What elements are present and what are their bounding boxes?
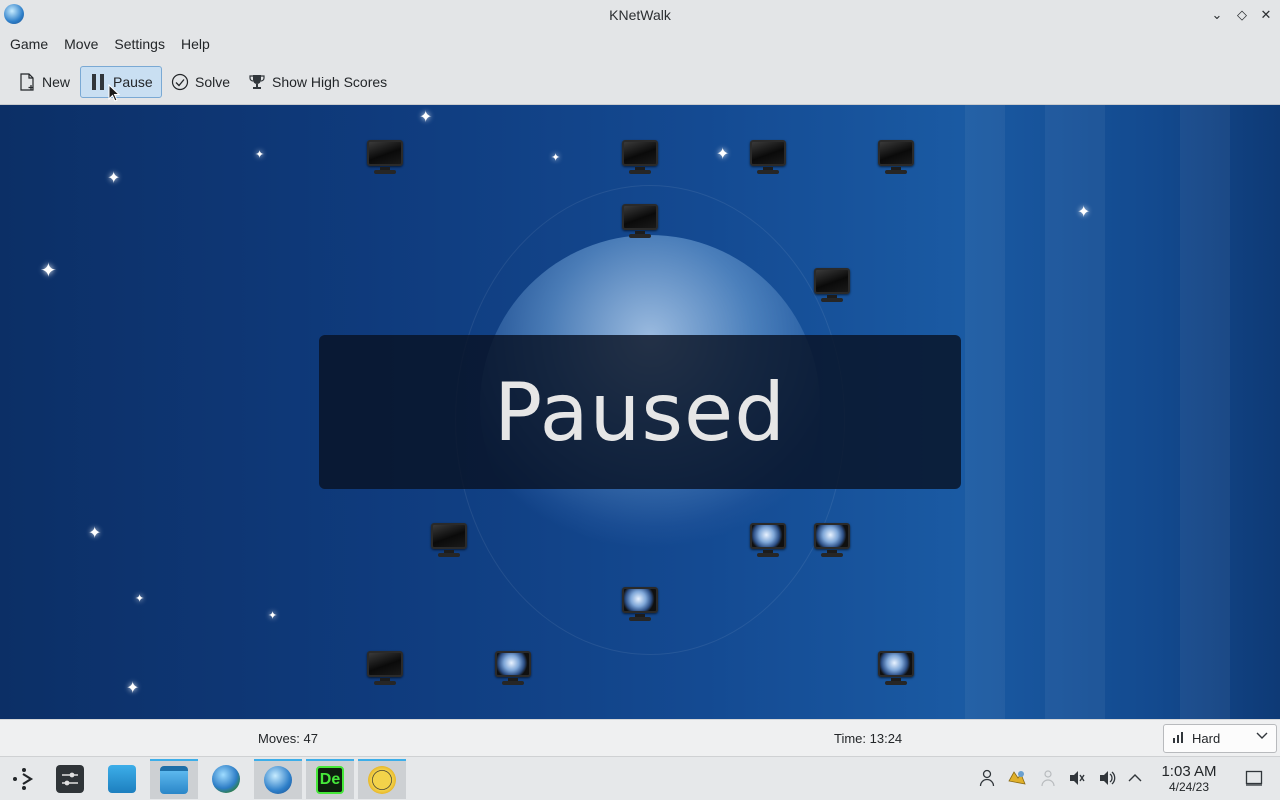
checkmark-circle-icon — [171, 73, 189, 91]
terminal-node[interactable] — [813, 266, 851, 304]
show-high-scores-label: Show High Scores — [272, 74, 388, 90]
game-board[interactable]: ✦ ✦ ✦ ✦ ✦ ✦ ✦ ✦ ✦ ✦ ✦ Paused — [0, 105, 1280, 719]
pause-icon — [89, 73, 107, 91]
background-stripe — [965, 105, 1005, 719]
moves-counter: Moves: 47 — [258, 731, 318, 746]
star-decoration: ✦ — [135, 593, 145, 605]
web-browser-icon[interactable] — [202, 759, 250, 799]
connected-terminal-node[interactable] — [494, 649, 532, 687]
pause-button[interactable]: Pause — [80, 66, 162, 98]
new-document-icon — [18, 73, 36, 91]
chevron-up-icon[interactable] — [1124, 767, 1146, 789]
bee-game-icon[interactable] — [358, 759, 406, 799]
terminal-node[interactable] — [366, 649, 404, 687]
status-bar: Moves: 47 Time: 13:24 Hard — [0, 719, 1280, 756]
settings-icon[interactable] — [46, 759, 94, 799]
star-decoration: ✦ — [268, 610, 278, 622]
new-game-button[interactable]: New — [10, 66, 78, 98]
solve-button[interactable]: Solve — [163, 66, 238, 98]
menu-settings[interactable]: Settings — [106, 30, 173, 58]
star-decoration: ✦ — [716, 146, 730, 163]
mouse-cursor-icon — [108, 83, 121, 105]
updates-icon[interactable] — [1006, 767, 1028, 789]
star-decoration: ✦ — [107, 170, 121, 187]
paused-label: Paused — [493, 365, 787, 459]
background-stripe — [1180, 105, 1230, 719]
menu-move[interactable]: Move — [56, 30, 106, 58]
taskbar: De 1:03 AM 4/24/23 — [0, 756, 1280, 800]
clock-date: 4/24/23 — [1168, 780, 1210, 794]
title-bar: KNetWalk ⌄ ◇ ✕ — [0, 0, 1280, 30]
user-switcher-icon[interactable] — [976, 767, 998, 789]
terminal-node[interactable] — [877, 138, 915, 176]
connected-terminal-node[interactable] — [749, 521, 787, 559]
solve-label: Solve — [195, 74, 231, 90]
show-desktop-icon[interactable] — [1243, 767, 1265, 789]
time-counter: Time: 13:24 — [834, 731, 903, 746]
connected-terminal-node[interactable] — [877, 649, 915, 687]
star-decoration: ✦ — [255, 149, 265, 161]
close-button[interactable]: ✕ — [1256, 5, 1276, 25]
network-disconnected-icon[interactable] — [1037, 767, 1059, 789]
minimize-button[interactable]: ⌄ — [1207, 5, 1227, 25]
knetwalk-icon[interactable] — [254, 759, 302, 799]
star-decoration: ✦ — [40, 260, 57, 282]
chevron-down-icon — [1256, 731, 1268, 743]
connected-terminal-node[interactable] — [621, 585, 659, 623]
trophy-icon — [248, 73, 266, 91]
designer-icon[interactable]: De — [306, 759, 354, 799]
terminal-node[interactable] — [621, 202, 659, 240]
microphone-muted-icon[interactable] — [1066, 767, 1088, 789]
maximize-button[interactable]: ◇ — [1232, 5, 1252, 25]
clock-time: 1:03 AM — [1161, 763, 1217, 780]
clock[interactable]: 1:03 AM 4/24/23 — [1152, 763, 1226, 794]
star-decoration: ✦ — [126, 680, 140, 697]
menu-game[interactable]: Game — [2, 30, 56, 58]
star-decoration: ✦ — [1077, 204, 1091, 221]
background-stripe — [1045, 105, 1105, 719]
menu-help[interactable]: Help — [173, 30, 218, 58]
terminal-node[interactable] — [621, 138, 659, 176]
volume-icon[interactable] — [1096, 767, 1118, 789]
difficulty-select[interactable]: Hard — [1163, 724, 1277, 753]
star-decoration: ✦ — [551, 152, 561, 164]
terminal-node[interactable] — [366, 138, 404, 176]
application-launcher-icon[interactable] — [0, 759, 48, 799]
show-high-scores-button[interactable]: Show High Scores — [240, 66, 395, 98]
terminal-node[interactable] — [749, 138, 787, 176]
connected-terminal-node[interactable] — [813, 521, 851, 559]
terminal-node[interactable] — [430, 521, 468, 559]
difficulty-value: Hard — [1192, 731, 1221, 746]
file-manager-icon[interactable] — [150, 759, 198, 799]
difficulty-bars-icon — [1172, 731, 1186, 746]
menu-bar: Game Move Settings Help — [0, 30, 1280, 58]
discover-store-icon[interactable] — [98, 759, 146, 799]
toolbar: New Pause Solve Show High Scores — [0, 58, 1280, 105]
new-game-label: New — [42, 74, 71, 90]
star-decoration: ✦ — [88, 525, 102, 542]
paused-overlay: Paused — [319, 335, 961, 489]
star-decoration: ✦ — [419, 109, 433, 126]
window-title: KNetWalk — [609, 7, 671, 23]
